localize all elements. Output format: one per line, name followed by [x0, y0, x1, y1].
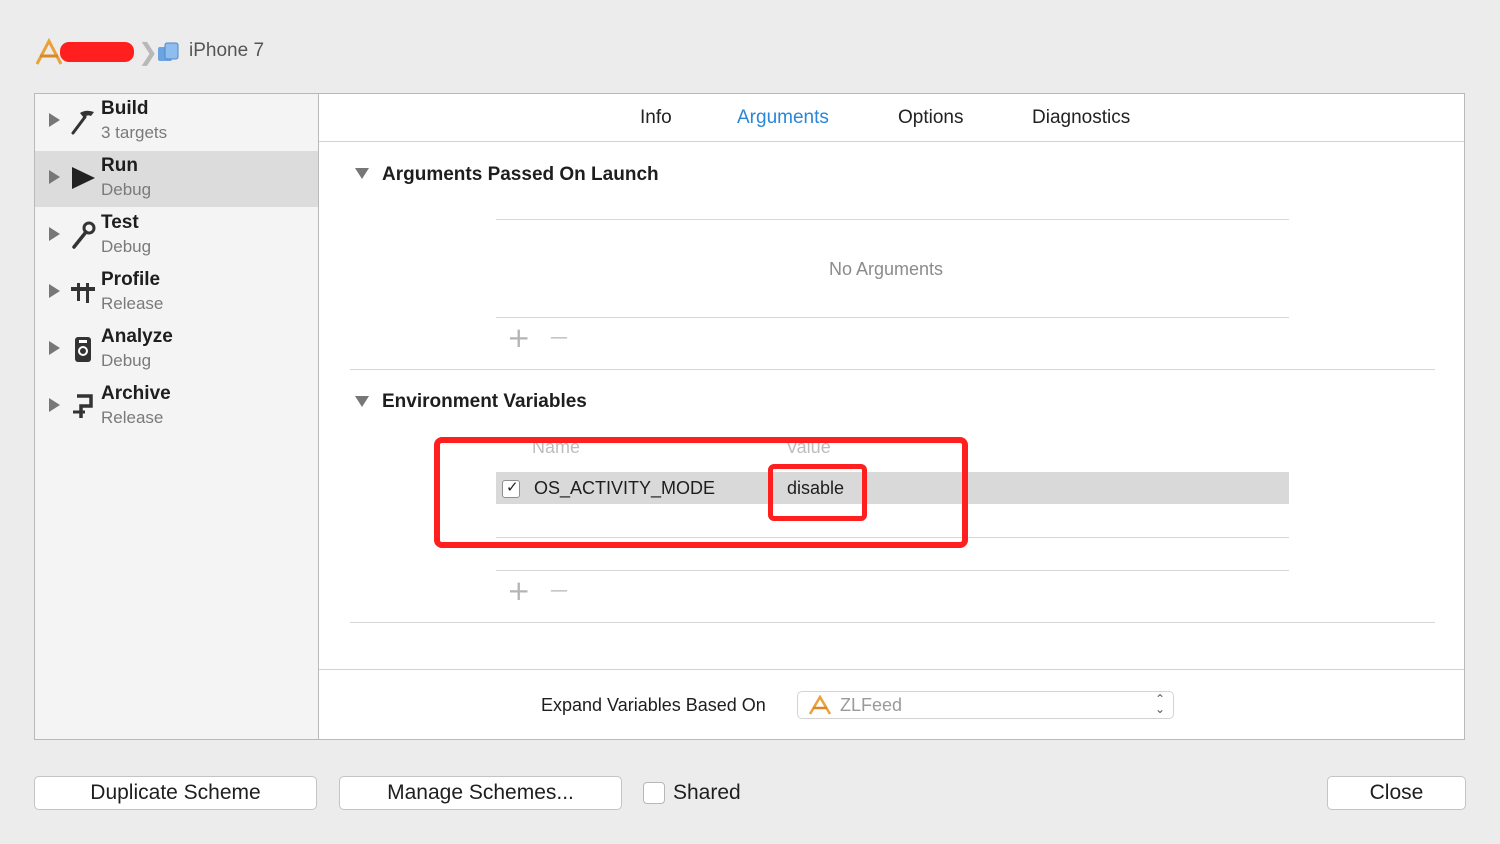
sidebar-item-test[interactable]: Test Debug: [35, 208, 318, 264]
tab-info[interactable]: Info: [640, 107, 672, 129]
sidebar-item-title: Archive: [101, 383, 171, 404]
sidebar-item-subtitle: Debug: [101, 351, 152, 370]
environment-disclosure-icon[interactable]: [355, 396, 369, 407]
breadcrumb-device[interactable]: iPhone 7: [189, 40, 264, 62]
archive-icon: [73, 394, 93, 418]
sidebar-item-analyze[interactable]: Analyze Debug: [35, 322, 318, 378]
expand-variables-label: Expand Variables Based On: [541, 695, 766, 715]
no-arguments-text: No Arguments: [829, 259, 944, 279]
chevron-down-icon: ⌄: [1154, 702, 1165, 716]
sidebar-item-build[interactable]: Build 3 targets: [35, 94, 318, 150]
expand-variables-select[interactable]: ZLFeed ⌃ ⌄: [797, 691, 1174, 719]
close-button[interactable]: Close: [1327, 776, 1466, 810]
sidebar-item-title: Run: [101, 155, 138, 176]
disclosure-triangle-icon[interactable]: [49, 113, 60, 127]
sidebar-item-subtitle: Debug: [101, 237, 152, 256]
sidebar-item-title: Analyze: [101, 326, 173, 347]
sidebar-item-subtitle: Release: [101, 294, 164, 313]
sidebar-item-title: Build: [101, 98, 149, 119]
sidebar-item-run[interactable]: Run Debug: [35, 151, 318, 207]
highlight-annotation-value-box: [768, 464, 867, 521]
sidebar-item-subtitle: Release: [101, 408, 164, 427]
section-divider: [350, 369, 1435, 370]
arguments-table-bottom-border: [496, 317, 1289, 318]
arguments-table-top-border: [496, 219, 1289, 220]
section-divider: [350, 622, 1435, 623]
scheme-action-sidebar: Build 3 targets Run Debug Test Debug Pro…: [35, 94, 319, 739]
remove-argument-button[interactable]: —: [550, 324, 568, 352]
add-argument-button[interactable]: +: [507, 324, 530, 352]
shared-checkbox[interactable]: [643, 782, 665, 804]
environment-section-title: Environment Variables: [382, 391, 587, 412]
manage-schemes-button[interactable]: Manage Schemes...: [339, 776, 622, 810]
disclosure-triangle-icon[interactable]: [49, 341, 60, 355]
add-env-variable-button[interactable]: +: [507, 577, 530, 605]
panel-footer-divider: [319, 669, 1464, 670]
env-table-bottom-border: [496, 570, 1289, 571]
wrench-icon: [72, 221, 96, 249]
redacted-project-name: [60, 42, 134, 62]
sidebar-item-archive[interactable]: Archive Release: [35, 379, 318, 435]
hammer-icon: [71, 110, 94, 135]
shared-label[interactable]: Shared: [673, 781, 741, 805]
tab-bar: Info Arguments Options Diagnostics: [319, 94, 1464, 142]
disclosure-triangle-icon[interactable]: [49, 227, 60, 241]
updown-chevron-icon: ⌃ ⌄: [1154, 693, 1165, 716]
tab-arguments[interactable]: Arguments: [737, 107, 829, 129]
remove-env-variable-button[interactable]: —: [550, 577, 568, 605]
duplicate-scheme-button[interactable]: Duplicate Scheme: [34, 776, 317, 810]
play-icon: [72, 167, 95, 189]
expand-variables-selected: ZLFeed: [840, 695, 903, 715]
arguments-disclosure-icon[interactable]: [355, 168, 369, 179]
sidebar-item-title: Profile: [101, 269, 161, 290]
disclosure-triangle-icon[interactable]: [49, 170, 60, 184]
tab-diagnostics[interactable]: Diagnostics: [1032, 107, 1130, 129]
arguments-section-title: Arguments Passed On Launch: [382, 164, 659, 185]
disclosure-triangle-icon[interactable]: [49, 284, 60, 298]
sidebar-item-title: Test: [101, 212, 139, 233]
highlight-annotation-box: [434, 437, 968, 548]
sidebar-item-profile[interactable]: Profile Release: [35, 265, 318, 321]
disclosure-triangle-icon[interactable]: [49, 398, 60, 412]
device-icon: [158, 42, 179, 61]
sidebar-item-subtitle: 3 targets: [101, 123, 168, 142]
caliper-icon: [71, 283, 95, 303]
tab-options[interactable]: Options: [898, 107, 963, 129]
app-target-icon: [808, 695, 832, 715]
sidebar-item-subtitle: Debug: [101, 180, 152, 199]
analyze-icon: [75, 337, 91, 362]
